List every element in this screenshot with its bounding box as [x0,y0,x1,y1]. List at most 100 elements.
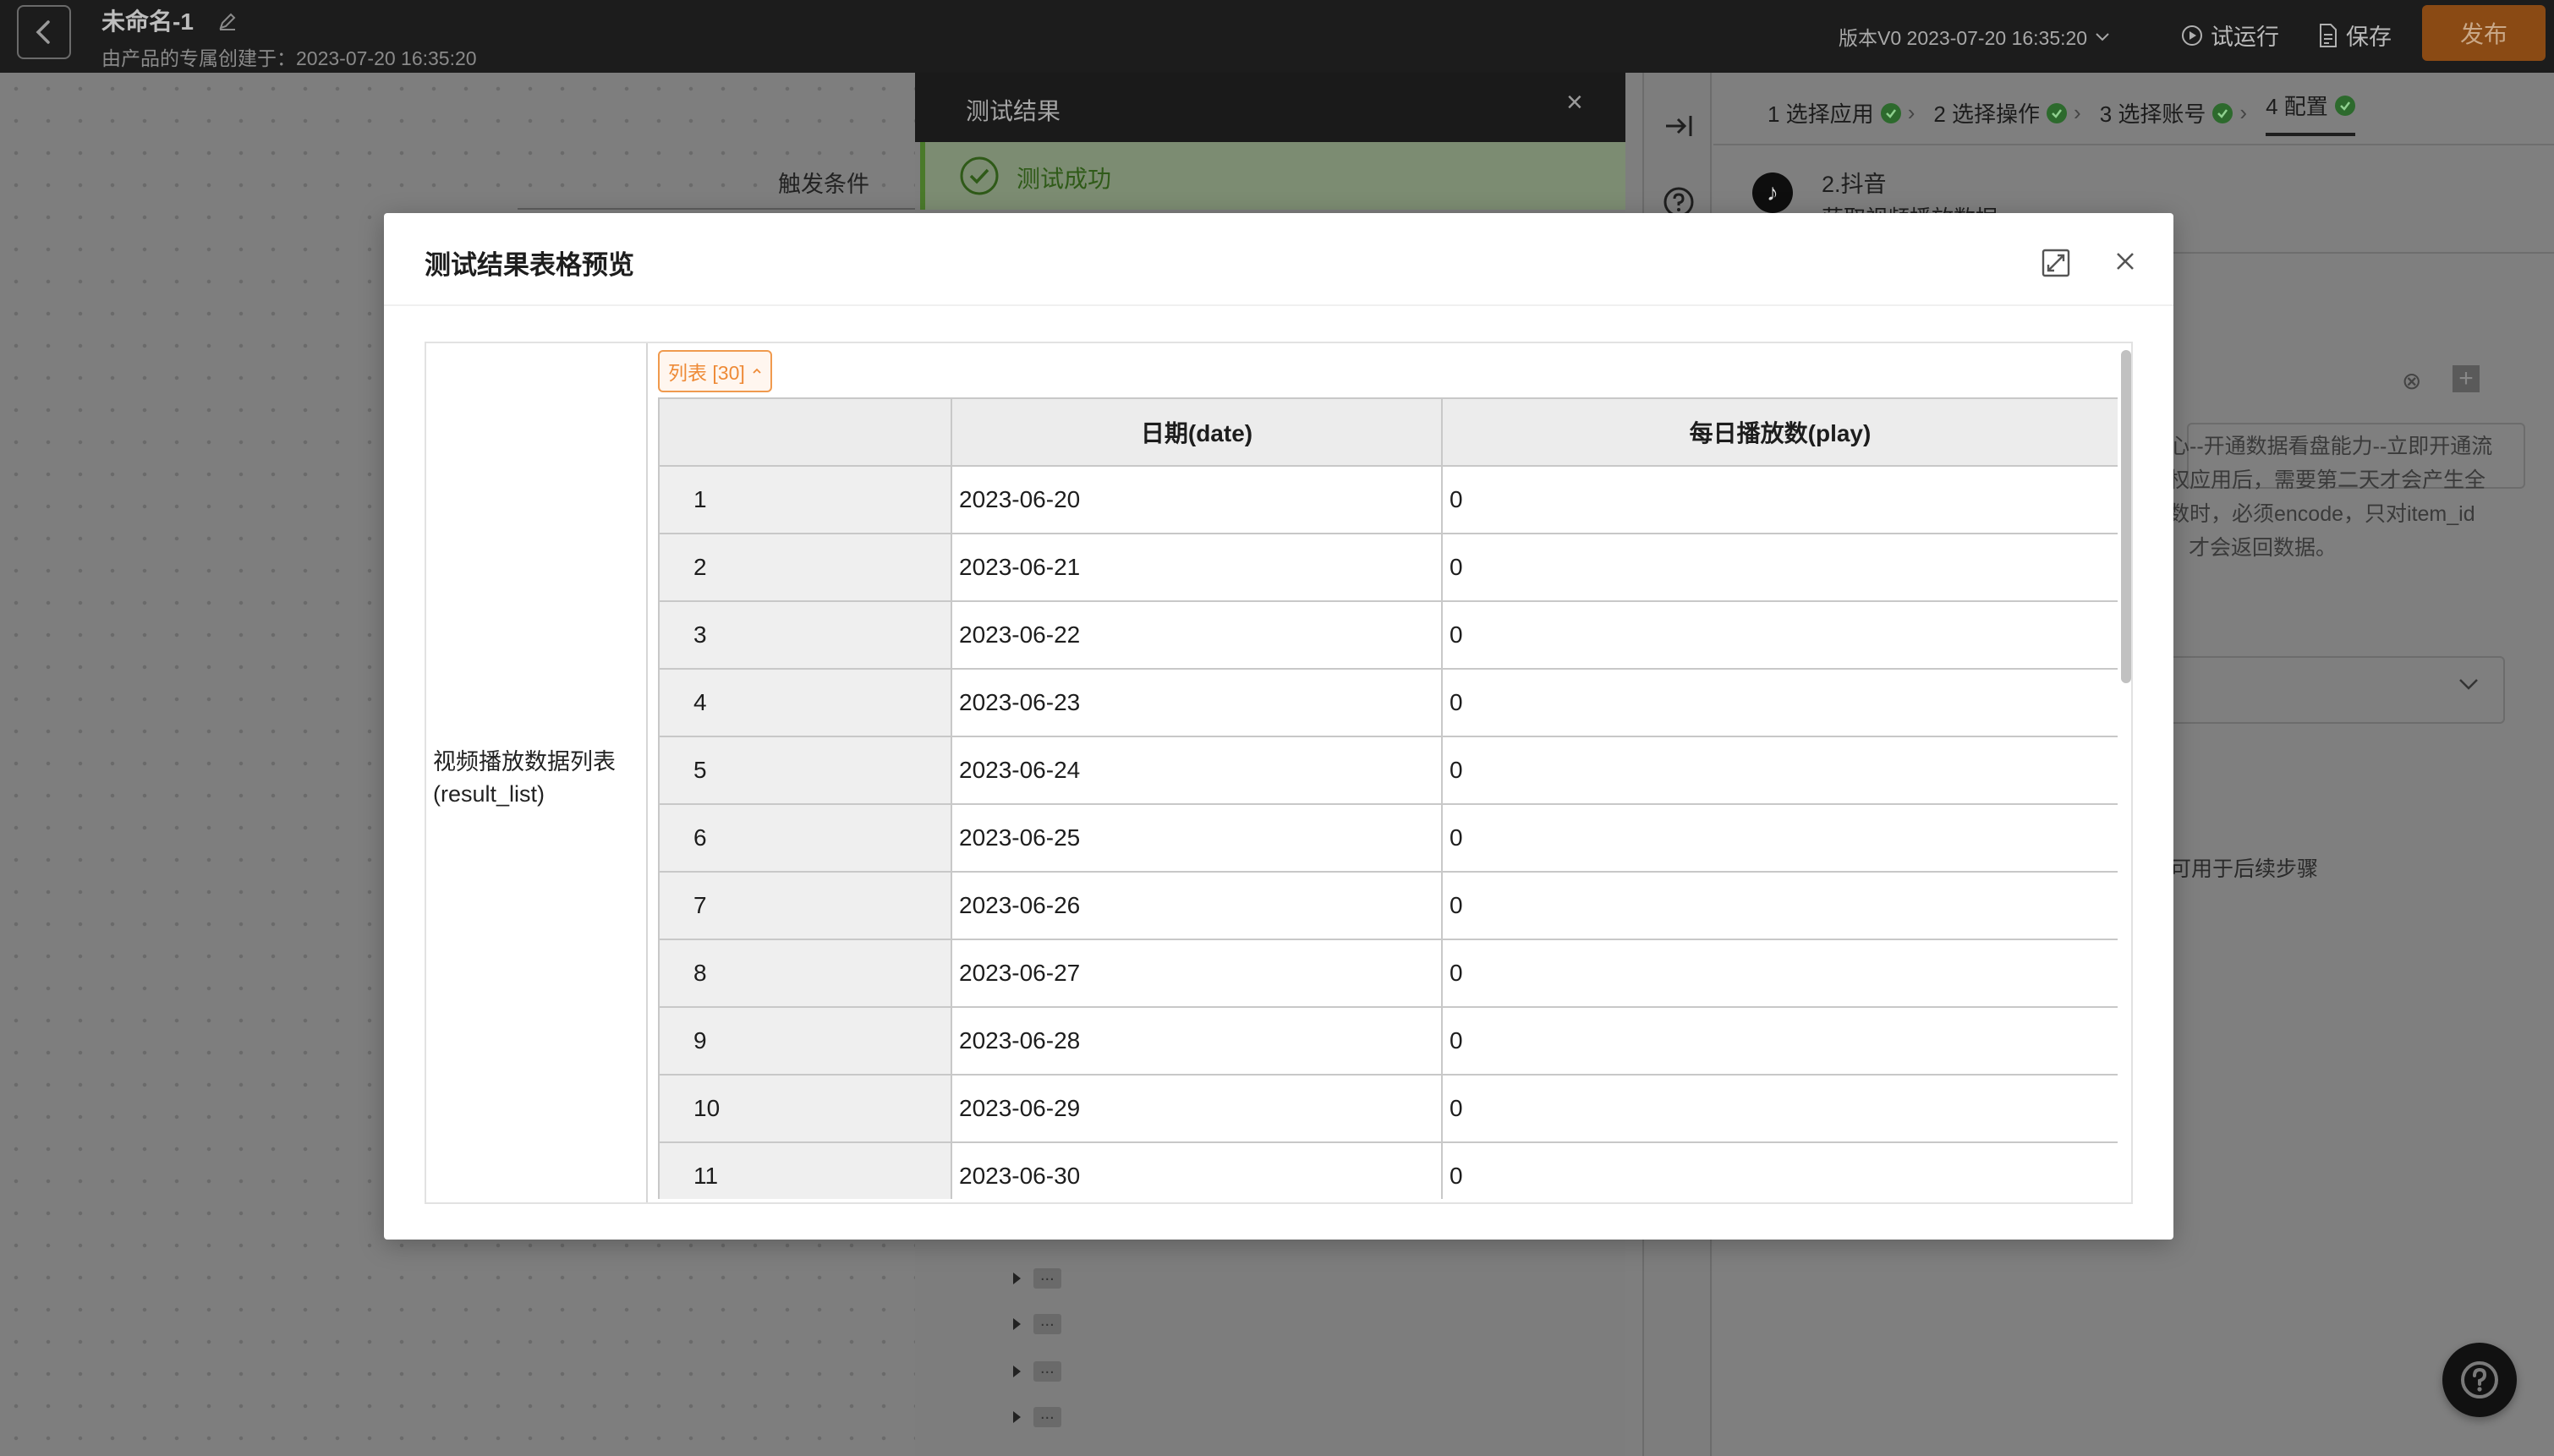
field-label-column: 视频播放数据列表 (result_list) [426,343,648,1202]
row-index: 1 [658,465,952,534]
close-icon[interactable]: × [1566,86,1583,119]
back-arrow-icon [36,20,50,44]
caret-up-icon [753,368,761,374]
step-3-label: 3 选择账号 [2099,101,2206,127]
cell-play: 0 [1441,600,2118,670]
plus-icon[interactable]: + [2453,364,2480,392]
cell-play: 0 [1441,533,2118,602]
modal-header: 测试结果表格预览 [384,213,2173,306]
test-run-button[interactable]: 试运行 [2180,19,2279,52]
chevron-down-icon [2459,679,2478,690]
step-2[interactable]: 2 选择操作 › [1933,90,2080,136]
check-icon [2047,102,2068,123]
edit-icon[interactable] [216,10,238,32]
step-2-label: 2 选择操作 [1933,101,2041,127]
row-index: 3 [658,600,952,670]
table-row: 3 2023-06-22 0 [658,600,2118,670]
cell-date: 2023-06-30 [951,1141,1443,1199]
close-icon[interactable] [2114,250,2136,272]
step-nav: 1 选择应用 › 2 选择操作 › 3 选择账号 › 4 配置 [1768,90,2355,136]
cell-date: 2023-06-26 [951,871,1443,940]
table-row: 7 2023-06-26 0 [658,871,2118,940]
result-table-container[interactable]: 日期(date) 每日播放数(play) 1 2023-06-20 0 2 20… [658,397,2118,1199]
table-preview-modal: 测试结果表格预览 视频播放数据列表 (result_list) 列表 [30] … [384,213,2173,1240]
field-tip-line: 心--开通数据看盘能力--立即开通流 [2168,435,2493,458]
cell-date: 2023-06-22 [951,600,1443,670]
field-tip-line: 权应用后，需要第二天才会产生全 [2168,468,2486,492]
field-label-name: 视频播放数据列表 [433,749,616,775]
tree-item[interactable]: ... [1011,1267,1061,1289]
table-scrollbar[interactable] [2121,350,2131,683]
cell-date: 2023-06-23 [951,668,1443,737]
divider [1713,144,2554,145]
column-header-index [658,397,952,467]
help-button[interactable] [2442,1343,2517,1417]
app-title: 未命名-1 [101,8,194,35]
document-icon [2320,23,2337,47]
modal-title: 测试结果表格预览 [425,250,634,280]
tree-item[interactable]: ... [1011,1405,1061,1427]
cell-date: 2023-06-21 [951,533,1443,602]
step-1[interactable]: 1 选择应用 › [1768,90,1915,136]
row-index: 8 [658,939,952,1008]
tree-item[interactable]: ... [1011,1312,1061,1334]
clear-icon[interactable]: ⊗ [2402,367,2421,395]
step-3[interactable]: 3 选择账号 › [2100,90,2247,136]
cell-play: 0 [1441,1006,2118,1076]
test-success-banner: 测试成功 [920,142,1625,210]
test-run-label: 试运行 [2211,25,2279,50]
collapse-right-icon[interactable] [1663,112,1695,140]
step-4[interactable]: 4 配置 [2266,90,2355,136]
row-index: 10 [658,1074,952,1143]
table-row: 4 2023-06-23 0 [658,668,2118,737]
cell-date: 2023-06-29 [951,1074,1443,1143]
version-label: 版本V0 2023-07-20 16:35:20 [1839,27,2088,49]
app-subtitle: 由产品的专属创建于：2023-07-20 16:35:20 [101,47,477,69]
test-success-text: 测试成功 [1017,166,1112,192]
table-row: 1 2023-06-20 0 [658,465,2118,534]
check-icon [2212,102,2233,123]
caret-right-icon [1013,1411,1021,1423]
tree-item-ellipsis: ... [1033,1405,1061,1427]
table-row: 11 2023-06-30 0 [658,1141,2118,1199]
caret-right-icon [1013,1366,1021,1377]
row-index: 5 [658,736,952,805]
field-label-key: (result_list) [433,781,545,807]
config-select[interactable] [2165,656,2505,724]
cell-date: 2023-06-25 [951,803,1443,873]
douyin-logo-icon: ♪ [1752,172,1793,213]
list-count-tag[interactable]: 列表 [30] [658,350,772,392]
cell-date: 2023-06-24 [951,736,1443,805]
row-index: 9 [658,1006,952,1076]
table-header-row: 日期(date) 每日播放数(play) [658,397,2118,467]
cell-play: 0 [1441,939,2118,1008]
tree-item[interactable]: ... [1011,1360,1061,1382]
row-index: 7 [658,871,952,940]
save-button[interactable]: 保存 [2317,19,2392,52]
caret-right-icon [1013,1273,1021,1284]
field-tip-line: 才会返回数据。 [2189,536,2338,560]
list-count-label: 列表 [30] [668,362,745,384]
step-1-label: 1 选择应用 [1768,101,1874,127]
test-result-title: 测试结果 [966,98,1061,124]
save-label: 保存 [2346,25,2392,50]
expand-icon[interactable] [2042,249,2070,277]
step-4-label: 4 配置 [2266,94,2328,119]
table-row: 2 2023-06-21 0 [658,533,2118,602]
result-table: 日期(date) 每日播放数(play) 1 2023-06-20 0 2 20… [658,397,2118,1199]
table-row: 8 2023-06-27 0 [658,939,2118,1008]
selected-app-name: 2.抖音 [1822,172,1887,197]
back-button[interactable] [17,5,71,59]
publish-button[interactable]: 发布 [2422,5,2546,61]
chevron-right-icon: › [2074,100,2081,125]
version-selector[interactable]: 版本V0 2023-07-20 16:35:20 [1839,22,2111,51]
column-header-play: 每日播放数(play) [1441,397,2118,467]
row-index: 4 [658,668,952,737]
table-row: 10 2023-06-29 0 [658,1074,2118,1143]
cell-play: 0 [1441,668,2118,737]
cell-play: 0 [1441,736,2118,805]
table-row: 9 2023-06-28 0 [658,1006,2118,1076]
column-header-date: 日期(date) [951,397,1443,467]
tree-item-ellipsis: ... [1033,1360,1061,1382]
check-icon [2334,95,2355,116]
